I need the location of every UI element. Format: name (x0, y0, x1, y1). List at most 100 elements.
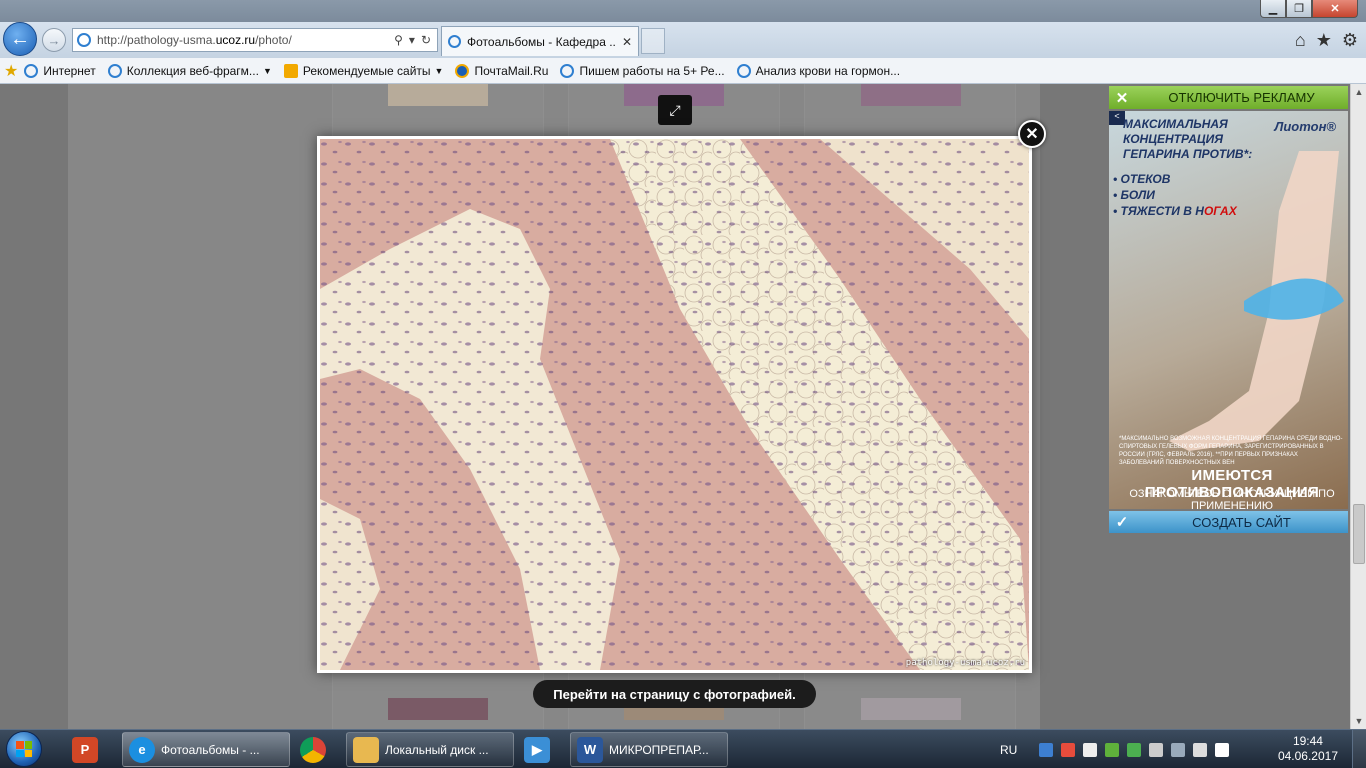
clock-time: 19:44 (1292, 734, 1323, 748)
checkmark-icon: ✓ (1115, 514, 1129, 531)
close-icon: ✕ (1115, 89, 1129, 107)
browser-tools: ⌂ ★ ⚙ (1295, 30, 1358, 51)
ie-page-icon (107, 63, 122, 78)
scroll-up-icon[interactable]: ▲ (1351, 84, 1366, 100)
tools-gear-icon[interactable]: ⚙ (1342, 30, 1358, 51)
photo-thumbnail[interactable] (388, 698, 488, 720)
tray-app-icon[interactable] (1061, 742, 1076, 757)
ad-bullet: ОТЕКОВ (1113, 171, 1237, 187)
signal-bars-icon[interactable] (1215, 742, 1230, 757)
address-bar[interactable]: http://pathology-usma.ucoz.ru/photo/ ⚲ ▾… (72, 28, 438, 52)
favorite-link[interactable]: Пишем работы на 5+ Ре... (560, 63, 725, 78)
tray-app-icon[interactable] (1105, 742, 1120, 757)
dropdown-arrow-icon[interactable]: ▾ (409, 33, 415, 47)
favorite-link[interactable]: Рекомендуемые сайты ▼ (283, 63, 444, 78)
maximize-button[interactable]: ❐ (1286, 0, 1312, 18)
close-window-button[interactable]: ✕ (1312, 0, 1358, 18)
start-button[interactable] (2, 731, 46, 768)
language-indicator[interactable]: RU (1000, 743, 1017, 757)
taskbar-label: Фотоальбомы - ... (161, 742, 260, 757)
address-url[interactable]: http://pathology-usma.ucoz.ru/photo/ (97, 33, 394, 47)
tab-close-icon[interactable]: ✕ (622, 35, 632, 49)
taskbar-internet-explorer[interactable]: e Фотоальбомы - ... (122, 732, 290, 767)
disable-ads-button[interactable]: ✕ ОТКЛЮЧИТЬ РЕКЛАМУ (1109, 86, 1348, 109)
photo-thumbnail[interactable] (861, 84, 961, 106)
tray-app-icon[interactable] (1149, 742, 1164, 757)
dropdown-arrow-icon[interactable]: ▼ (435, 66, 444, 76)
ad-bullet-highlight: ОГАХ (1203, 204, 1237, 218)
expand-photo-button[interactable]: ⤢ (658, 95, 692, 125)
scrollbar-thumb[interactable] (1353, 504, 1365, 564)
scroll-down-icon[interactable]: ▼ (1351, 713, 1366, 729)
chrome-icon (300, 736, 326, 763)
tab-photoalbums[interactable]: Фотоальбомы - Кафедра ... ✕ (441, 26, 639, 56)
minimize-button[interactable]: ▁ (1260, 0, 1286, 18)
favorite-label: Рекомендуемые сайты (302, 63, 431, 78)
favorite-link[interactable]: ПочтаMail.Ru (455, 63, 549, 78)
taskbar-clock[interactable]: 19:44 04.06.2017 (1278, 734, 1338, 764)
url-host: ucoz.ru (215, 33, 256, 47)
tray-app-icon[interactable] (1039, 742, 1054, 757)
favorite-label: Интернет (43, 63, 96, 78)
tab-label: Фотоальбомы - Кафедра ... (467, 34, 616, 49)
show-desktop-button[interactable] (1352, 730, 1366, 768)
windows-logo-icon (6, 731, 42, 767)
favorite-label: Пишем работы на 5+ Ре... (579, 63, 725, 78)
volume-icon[interactable] (1193, 742, 1208, 757)
favorites-star-icon[interactable]: ★ (1316, 30, 1332, 51)
close-icon: ✕ (1025, 126, 1039, 143)
favorite-link[interactable]: Интернет (24, 63, 96, 78)
favorite-label: ПочтаMail.Ru (474, 63, 549, 78)
tray-app-icon[interactable] (1127, 742, 1142, 757)
navigation-bar: ← → http://pathology-usma.ucoz.ru/photo/… (0, 22, 1366, 58)
tray-app-icon[interactable] (1083, 742, 1098, 757)
disable-ads-label: ОТКЛЮЧИТЬ РЕКЛАМУ (1168, 90, 1315, 105)
ad-bullet: ТЯЖЕСТИ В НОГАХ (1113, 203, 1237, 219)
ad-bullet-prefix: ТЯЖЕСТИ В Н (1120, 204, 1204, 218)
internet-explorer-icon: e (129, 736, 155, 763)
photo-lightbox: pathology-usma.ucoz.ru (317, 136, 1032, 673)
page-scrollbar[interactable]: ▲ ▼ (1350, 84, 1366, 729)
title-bar: ▁ ❐ ✕ (0, 0, 1366, 22)
ad-brand: Лиотон® (1274, 119, 1336, 134)
favorite-label: Коллекция веб-фрагм... (126, 63, 259, 78)
histology-photo[interactable]: pathology-usma.ucoz.ru (320, 139, 1029, 670)
taskbar-local-disk[interactable]: Локальный диск ... (346, 732, 514, 767)
create-site-label: СОЗДАТЬ САЙТ (1192, 514, 1291, 530)
url-prefix: http://pathology-usma. (97, 33, 216, 47)
expand-icon: ⤢ (669, 101, 681, 118)
ad-bullets: ОТЕКОВ БОЛИ ТЯЖЕСТИ В НОГАХ (1113, 171, 1237, 219)
taskbar-powerpoint[interactable]: P (66, 732, 114, 767)
network-icon[interactable] (1171, 742, 1186, 757)
site-favicon-icon (77, 33, 91, 47)
photo-thumbnail[interactable] (388, 84, 488, 106)
refresh-icon[interactable]: ↻ (421, 33, 431, 47)
taskbar-word[interactable]: W МИКРОПРЕПАР... (570, 732, 728, 767)
close-lightbox-button[interactable]: ✕ (1018, 120, 1046, 148)
favorite-link[interactable]: Анализ крови на гормон... (736, 63, 900, 78)
forward-arrow-icon: → (47, 32, 61, 48)
ie-page-icon (24, 63, 39, 78)
dropdown-arrow-icon[interactable]: ▼ (263, 66, 272, 76)
back-button[interactable]: ← (3, 22, 37, 56)
liotone-ad-banner[interactable]: < Лиотон® МАКСИМАЛЬНАЯ КОНЦЕНТРАЦИЯ ГЕПА… (1109, 111, 1348, 509)
go-to-photo-page-button[interactable]: Перейти на страницу с фотографией. (533, 680, 816, 708)
new-tab-button[interactable] (641, 28, 665, 54)
forward-button[interactable]: → (42, 28, 66, 52)
taskbar-chrome[interactable] (294, 732, 342, 767)
clock-date: 04.06.2017 (1277, 749, 1338, 763)
window-controls: ▁ ❐ ✕ (1260, 0, 1358, 18)
windows-taskbar: P e Фотоальбомы - ... Локальный диск ...… (0, 729, 1366, 768)
photo-thumbnail[interactable] (861, 698, 961, 720)
search-icon[interactable]: ⚲ (394, 33, 403, 47)
taskbar-media-player[interactable]: ▶ (518, 732, 566, 767)
system-tray: RU (1000, 730, 1233, 768)
create-site-button[interactable]: ✓ СОЗДАТЬ САЙТ (1109, 511, 1348, 533)
taskbar-label: Локальный диск ... (385, 742, 489, 757)
explorer-folder-icon (353, 736, 379, 763)
media-player-icon: ▶ (524, 736, 550, 763)
add-favorite-star-icon[interactable]: ★ (4, 61, 18, 81)
favorite-link[interactable]: Коллекция веб-фрагм... ▼ (107, 63, 272, 78)
home-icon[interactable]: ⌂ (1295, 30, 1306, 51)
ad-headline: МАКСИМАЛЬНАЯ КОНЦЕНТРАЦИЯ ГЕПАРИНА ПРОТИ… (1123, 117, 1253, 161)
